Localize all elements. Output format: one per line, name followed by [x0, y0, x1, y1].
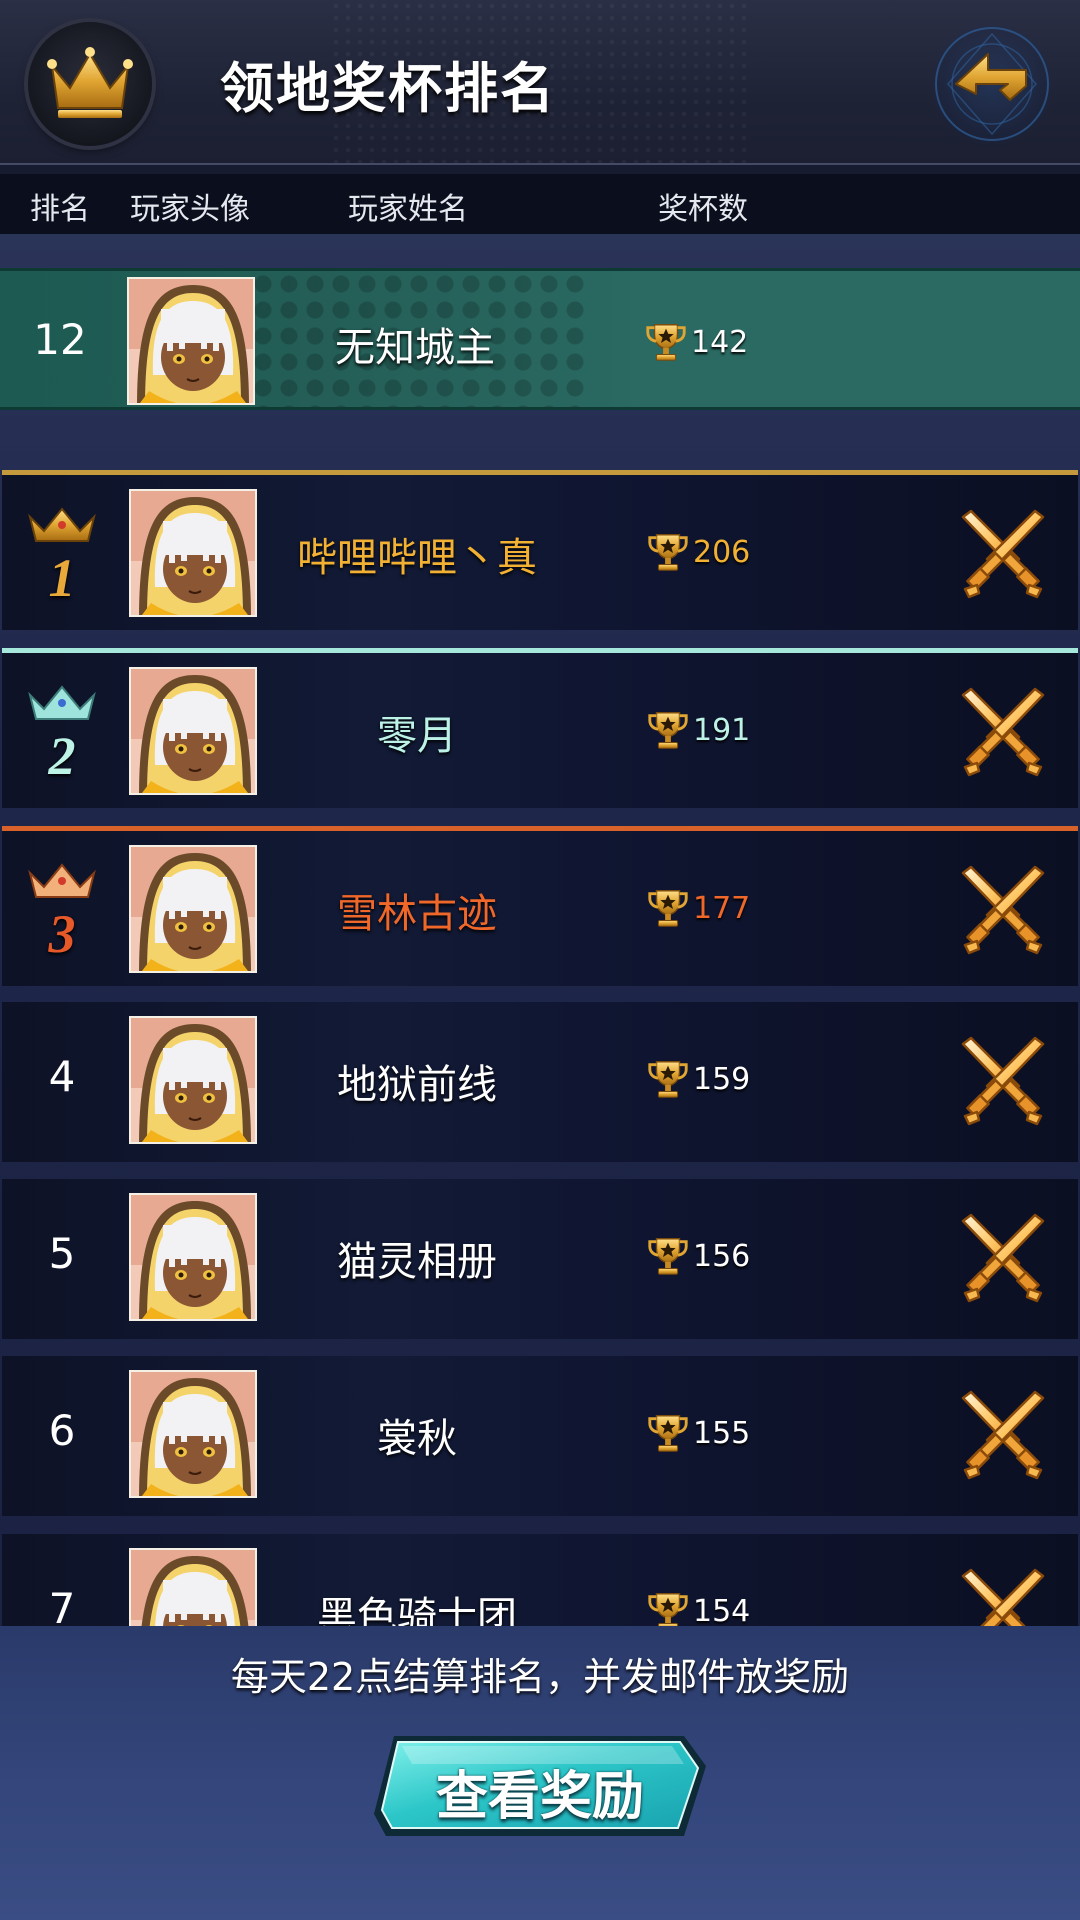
trophy-icon — [645, 1233, 691, 1279]
rank-row-1: 1 哔哩哔哩丶真 206 — [2, 470, 1078, 630]
trophy-icon — [645, 1056, 691, 1102]
crossed-swords-icon — [957, 1566, 1049, 1626]
avatar — [129, 1548, 257, 1626]
crossed-swords-icon — [957, 685, 1049, 777]
crossed-swords-icon — [957, 1388, 1049, 1480]
player-name: 哔哩哔哩丶真 — [297, 535, 537, 581]
battle-button[interactable] — [957, 1388, 1049, 1480]
rank-row-6: 6 裳秋 155 — [2, 1356, 1078, 1516]
battle-button[interactable] — [957, 1211, 1049, 1303]
back-button[interactable] — [928, 20, 1056, 148]
rank-row-2: 2 零月 191 — [2, 648, 1078, 808]
avatar — [129, 667, 257, 795]
trophy-icon — [645, 1588, 691, 1626]
trophy-count: 159 — [645, 1054, 750, 1104]
rank-number: 4 — [48, 1052, 76, 1101]
footer-panel: 每天22点结算排名，并发邮件放奖励 查看奖励 — [0, 1626, 1080, 1920]
rank-number: 6 — [48, 1406, 76, 1455]
col-avatar: 玩家头像 — [130, 192, 250, 227]
trophy-icon — [645, 529, 691, 575]
crossed-swords-icon — [957, 863, 1049, 955]
trophy-count: 156 — [645, 1231, 750, 1281]
rank-number: 7 — [48, 1584, 76, 1626]
avatar — [127, 277, 255, 405]
player-name: 雪林古迹 — [337, 891, 497, 937]
col-name: 玩家姓名 — [348, 192, 468, 227]
battle-button[interactable] — [957, 507, 1049, 599]
avatar — [129, 1370, 257, 1498]
avatar — [129, 489, 257, 617]
avatar — [129, 1016, 257, 1144]
self-rank-row: 12 无知城主 142 — [0, 268, 1080, 410]
trophy-count: 177 — [645, 883, 750, 933]
rank-row-4: 4 地狱前线 159 — [2, 1002, 1078, 1162]
col-trophies: 奖杯数 — [658, 192, 748, 227]
rank-row-5: 5 猫灵相册 156 — [2, 1179, 1078, 1339]
trophy-count: 206 — [645, 527, 750, 577]
player-name: 黑色骑士团 — [317, 1594, 517, 1626]
player-name: 零月 — [377, 713, 457, 759]
return-arrow-icon — [935, 27, 1049, 141]
trophy-icon — [645, 707, 691, 753]
crossed-swords-icon — [957, 1034, 1049, 1126]
battle-button[interactable] — [957, 863, 1049, 955]
battle-button[interactable] — [957, 1566, 1049, 1626]
battle-button[interactable] — [957, 685, 1049, 777]
col-rank: 排名 — [30, 192, 90, 227]
trophy-icon — [645, 885, 691, 931]
trophy-count: 155 — [645, 1408, 750, 1458]
avatar — [129, 845, 257, 973]
view-rewards-button[interactable]: 查看奖励 — [372, 1732, 708, 1840]
page-title: 领地奖杯排名 — [220, 57, 556, 120]
header-bar: 领地奖杯排名 — [0, 0, 1080, 165]
crossed-swords-icon — [957, 507, 1049, 599]
crown-icon — [28, 22, 152, 146]
silver-crown-icon: 2 — [22, 681, 102, 791]
player-name: 无知城主 — [335, 325, 495, 371]
trophy-count: 142 — [643, 317, 748, 367]
rank-row-7: 7 黑色骑士团 154 — [2, 1534, 1078, 1626]
ranking-list[interactable]: 12 无知城主 142 1 哔哩哔哩丶真 206 2 零月 191 3 雪林古迹… — [0, 234, 1080, 1626]
trophy-count: 154 — [645, 1586, 750, 1626]
view-rewards-label: 查看奖励 — [435, 1767, 644, 1827]
player-name: 地狱前线 — [337, 1062, 497, 1108]
bronze-crown-icon: 3 — [22, 859, 102, 969]
avatar — [129, 1193, 257, 1321]
rank-row-3: 3 雪林古迹 177 — [2, 826, 1078, 986]
settlement-note: 每天22点结算排名，并发邮件放奖励 — [230, 1655, 850, 1699]
trophy-icon — [643, 319, 689, 365]
rank-number: 5 — [48, 1229, 76, 1278]
column-header: 排名 玩家头像 玩家姓名 奖杯数 — [0, 174, 1080, 234]
trophy-count: 191 — [645, 705, 750, 755]
trophy-icon — [645, 1410, 691, 1456]
crossed-swords-icon — [957, 1211, 1049, 1303]
rank-number: 12 — [33, 315, 87, 364]
battle-button[interactable] — [957, 1034, 1049, 1126]
gold-crown-icon: 1 — [22, 503, 102, 613]
player-name: 裳秋 — [377, 1416, 457, 1462]
player-name: 猫灵相册 — [337, 1239, 497, 1285]
